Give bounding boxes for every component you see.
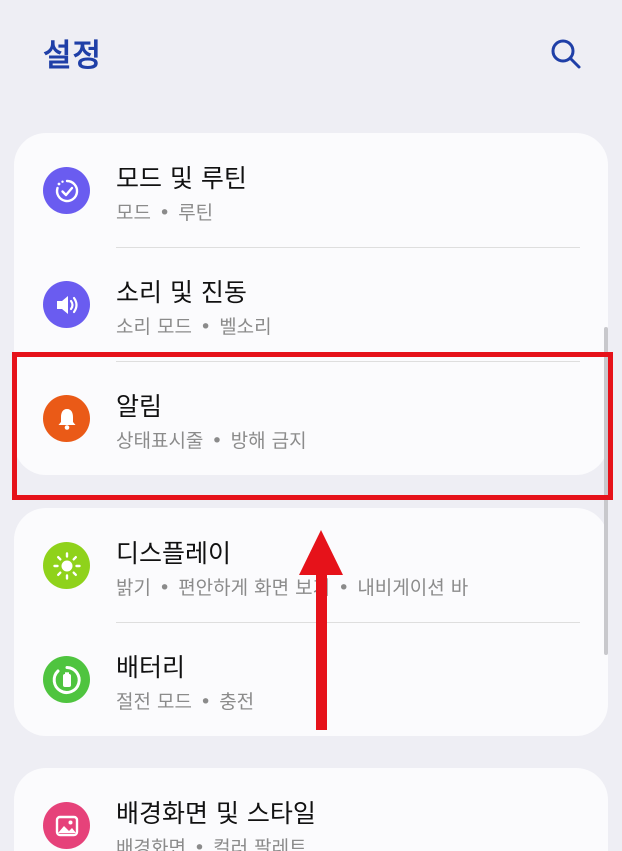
setting-wallpaper-style[interactable]: 배경화면 및 스타일 배경화면 • 컬러 팔레트 xyxy=(14,768,608,851)
bell-icon xyxy=(43,395,90,442)
settings-group-3: 배경화면 및 스타일 배경화면 • 컬러 팔레트 xyxy=(14,768,608,851)
setting-title: 모드 및 루틴 xyxy=(116,164,247,193)
sun-icon xyxy=(43,542,90,589)
settings-group-1: 모드 및 루틴 모드 • 루틴 소리 및 진동 소리 모드 • 벨소리 알림 상태표시줄… xyxy=(14,133,608,475)
setting-display[interactable]: 디스플레이 밝기 • 편안하게 화면 보기 • 내비게이션 바 xyxy=(14,508,608,622)
setting-modes-routines[interactable]: 모드 및 루틴 모드 • 루틴 xyxy=(14,133,608,247)
routine-check-icon xyxy=(43,167,90,214)
setting-sound-vibration[interactable]: 소리 및 진동 소리 모드 • 벨소리 xyxy=(14,247,608,361)
setting-subtitle: 밝기 • 편안하게 화면 보기 • 내비게이션 바 xyxy=(116,577,469,599)
search-button[interactable] xyxy=(548,36,584,72)
setting-title: 소리 및 진동 xyxy=(116,278,247,307)
setting-title: 배경화면 및 스타일 xyxy=(116,799,316,828)
setting-subtitle: 배경화면 • 컬러 팔레트 xyxy=(116,837,307,851)
setting-title: 배터리 xyxy=(116,653,186,682)
setting-notifications[interactable]: 알림 상태표시줄 • 방해 금지 xyxy=(14,361,608,475)
setting-subtitle: 상태표시줄 • 방해 금지 xyxy=(116,430,307,452)
scrollbar[interactable] xyxy=(604,327,608,655)
setting-subtitle: 절전 모드 • 충전 xyxy=(116,691,255,713)
setting-subtitle: 모드 • 루틴 xyxy=(116,202,214,224)
setting-battery[interactable]: 배터리 절전 모드 • 충전 xyxy=(14,622,608,736)
page-title: 설정 xyxy=(43,38,103,74)
setting-title: 알림 xyxy=(116,392,163,421)
battery-icon xyxy=(43,656,90,703)
setting-title: 디스플레이 xyxy=(116,539,232,568)
speaker-icon xyxy=(43,281,90,328)
setting-subtitle: 소리 모드 • 벨소리 xyxy=(116,316,272,338)
settings-group-2: 디스플레이 밝기 • 편안하게 화면 보기 • 내비게이션 바 배터리 절전 모드 • 충전 xyxy=(14,508,608,736)
search-icon xyxy=(551,39,581,69)
image-icon xyxy=(43,802,90,849)
